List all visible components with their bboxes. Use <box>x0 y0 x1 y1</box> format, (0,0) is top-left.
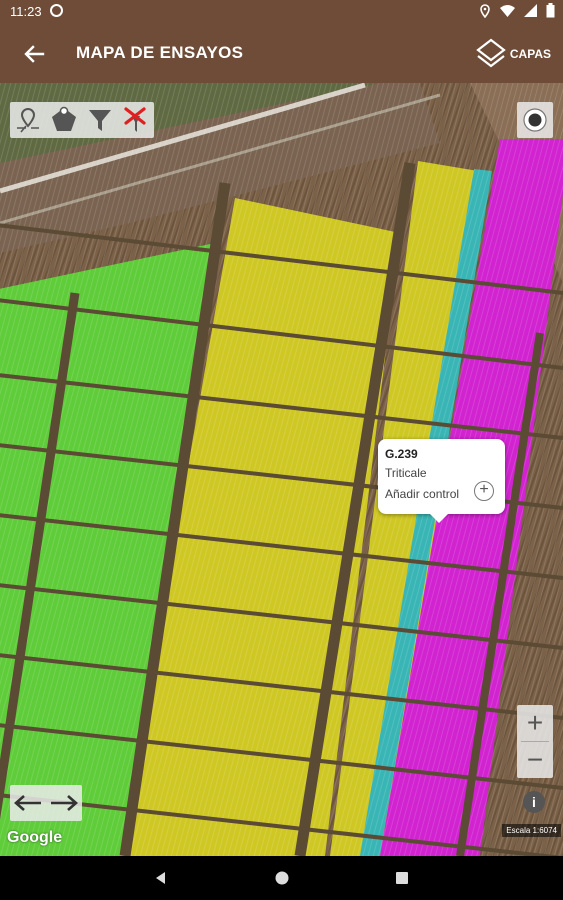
back-nav-button[interactable] <box>151 868 171 888</box>
triangle-back-icon <box>156 872 165 884</box>
location-filter-icon <box>17 107 39 133</box>
add-control-link[interactable]: Añadir control <box>385 487 459 501</box>
layers-icon <box>476 38 506 68</box>
layers-label: CAPAS <box>509 47 551 61</box>
filter-button[interactable] <box>82 102 118 138</box>
signal-icon <box>524 4 537 17</box>
arrow-left-icon <box>14 795 41 811</box>
back-button[interactable] <box>18 38 50 70</box>
pan-arrows <box>10 785 82 821</box>
map-toolbar <box>10 102 154 138</box>
google-logo: Google <box>7 829 63 846</box>
plot-crop: Triticale <box>385 466 427 480</box>
arrow-right-icon <box>51 795 78 811</box>
page-title: MAPA DE ENSAYOS <box>76 43 244 62</box>
zoom-controls: + − <box>517 705 553 778</box>
status-bar: 11:23 <box>0 0 563 24</box>
map-scale: Escala 1:6074 <box>502 824 561 837</box>
polygon-button[interactable] <box>46 102 82 138</box>
location-filter-button[interactable] <box>10 102 46 138</box>
polygon-icon <box>52 106 76 131</box>
clear-filter-icon <box>124 107 146 132</box>
plot-info-popup: G.239 Triticale Añadir control + <box>378 439 505 523</box>
filter-icon <box>89 110 111 131</box>
target-icon <box>523 108 547 132</box>
square-recents-icon <box>396 872 408 884</box>
plot-code: G.239 <box>385 447 418 461</box>
map-view[interactable]: G.239 Triticale Añadir control + + − i G… <box>0 83 563 856</box>
layers-button[interactable]: CAPAS <box>474 36 551 72</box>
clear-filter-button[interactable] <box>118 102 154 138</box>
pan-right-button[interactable] <box>46 785 82 821</box>
sync-icon <box>50 4 63 17</box>
app-bar: MAPA DE ENSAYOS CAPAS <box>0 24 563 83</box>
circle-home-icon <box>275 871 289 885</box>
arrow-back-icon <box>24 45 45 63</box>
zoom-out-button[interactable]: − <box>517 742 553 778</box>
add-control-icon[interactable]: + <box>474 481 494 501</box>
pan-left-button[interactable] <box>10 785 46 821</box>
home-nav-button[interactable] <box>272 868 292 888</box>
my-location-button[interactable] <box>517 102 553 138</box>
info-button[interactable]: i <box>523 791 545 813</box>
recents-nav-button[interactable] <box>392 868 412 888</box>
battery-icon <box>546 3 555 18</box>
system-nav-bar <box>0 856 563 900</box>
location-icon <box>480 3 490 18</box>
status-icons <box>479 3 555 18</box>
wifi-icon <box>500 5 515 17</box>
status-time: 11:23 <box>10 4 42 19</box>
zoom-in-button[interactable]: + <box>517 705 553 741</box>
